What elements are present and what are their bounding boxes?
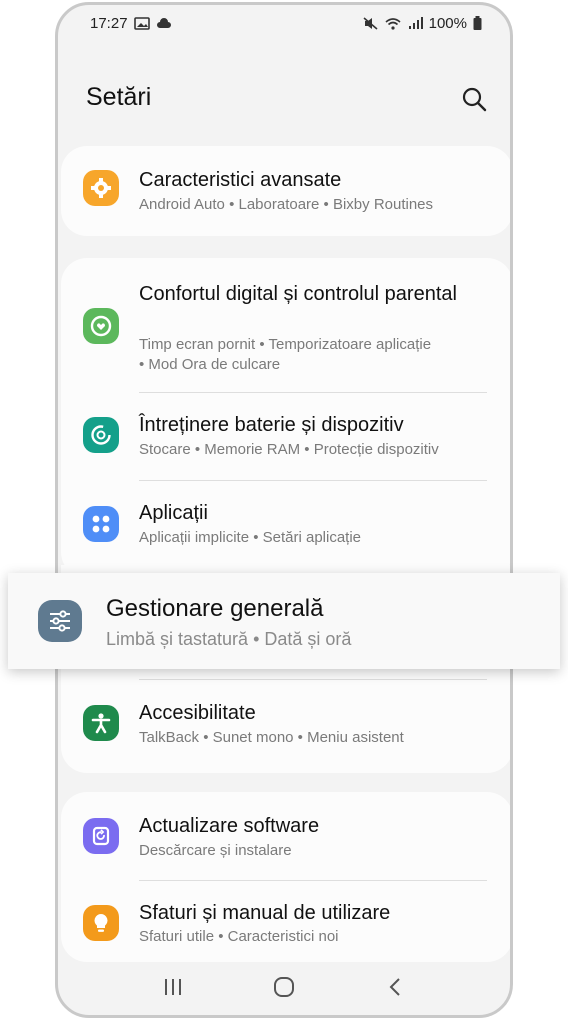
clock: 17:27 [90, 14, 128, 32]
wifi-icon [385, 17, 401, 30]
recent-apps-icon[interactable] [153, 967, 193, 1007]
wellbeing-icon [83, 308, 119, 344]
item-digital-wellbeing[interactable]: Confortul digital și controlul parental … [61, 258, 510, 390]
item-title: Actualizare software [139, 815, 320, 837]
item-subtitle: Android Auto • Laboratoare • Bixby Routi… [139, 196, 434, 213]
item-subtitle-2: • Mod Ora de culcare [139, 356, 281, 373]
item-title: Gestionare generală [106, 595, 324, 622]
gear-puzzle-icon [83, 170, 119, 206]
sliders-icon [38, 600, 82, 642]
apps-grid-icon [83, 506, 119, 542]
item-advanced-features[interactable]: Caracteristici avansate Android Auto • L… [61, 146, 510, 236]
item-subtitle: Limbă și tastatură • Dată și oră [106, 629, 352, 649]
signal-icon [408, 16, 423, 29]
item-title: Întreținere baterie și dispozitiv [139, 414, 404, 436]
battery-percent: 100% [428, 14, 467, 32]
divider [139, 679, 487, 680]
item-title: Aplicații [139, 502, 208, 524]
page-title: Setări [86, 83, 152, 111]
item-subtitle: Sfaturi utile • Caracteristici noi [139, 928, 339, 945]
item-accessibility[interactable]: Accesibilitate TalkBack • Sunet mono • M… [61, 681, 510, 771]
lightbulb-icon [83, 905, 119, 941]
device-care-icon [83, 417, 119, 453]
home-icon[interactable] [264, 967, 304, 1007]
item-subtitle: TalkBack • Sunet mono • Meniu asistent [139, 729, 404, 746]
item-subtitle: Stocare • Memorie RAM • Protecție dispoz… [139, 441, 439, 458]
card-support: Actualizare software Descărcare și insta… [61, 792, 510, 962]
mute-icon [363, 16, 378, 30]
item-subtitle: Aplicații implicite • Setări aplicație [139, 529, 362, 546]
item-software-update[interactable]: Actualizare software Descărcare și insta… [61, 792, 510, 878]
card-advanced: Caracteristici avansate Android Auto • L… [61, 146, 510, 236]
phone-frame: 17:27 100% Setări Caracteristici avansat… [55, 2, 513, 1018]
status-bar: 17:27 100% [58, 5, 510, 41]
item-tips-manual[interactable]: Sfaturi și manual de utilizare Sfaturi u… [61, 881, 510, 961]
navigation-bar [58, 959, 510, 1015]
item-subtitle: Timp ecran pornit • Temporizatoare aplic… [139, 336, 432, 353]
gallery-icon [133, 16, 150, 30]
accessibility-icon [83, 705, 119, 741]
item-apps[interactable]: Aplicații Aplicații implicite • Setări a… [61, 481, 510, 571]
card-main: Confortul digital și controlul parental … [61, 258, 510, 578]
cloud-icon [156, 17, 171, 28]
item-title: Sfaturi și manual de utilizare [139, 902, 391, 924]
battery-icon [473, 16, 482, 30]
item-battery-device-care[interactable]: Întreținere baterie și dispozitiv Stocar… [61, 393, 510, 481]
search-icon[interactable] [460, 85, 488, 113]
item-general-management[interactable]: Gestionare generală Limbă și tastatură •… [8, 573, 560, 669]
item-title: Caracteristici avansate [139, 169, 342, 191]
item-title: Confortul digital și controlul parental [139, 283, 457, 305]
software-update-icon [83, 818, 119, 854]
item-subtitle: Descărcare și instalare [139, 842, 292, 859]
item-title: Accesibilitate [139, 702, 256, 724]
back-icon[interactable] [375, 967, 415, 1007]
